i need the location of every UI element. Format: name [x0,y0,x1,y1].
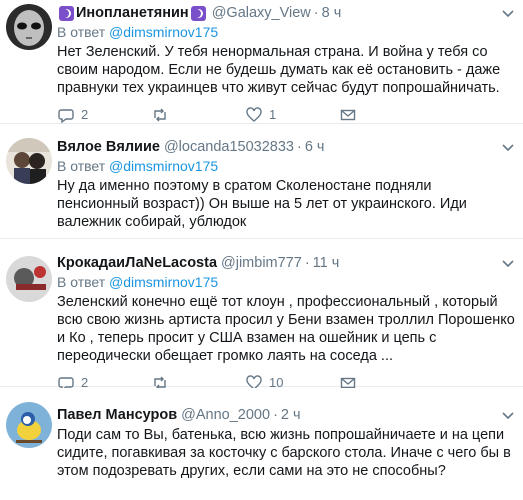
reply-button[interactable]: 2 [57,106,151,124]
reply-to-link[interactable]: @dimsmirnov175 [109,274,218,290]
avatar[interactable] [6,402,52,448]
user-name[interactable]: Павел Мансуров [57,406,177,424]
chevron-down-icon[interactable] [501,6,515,20]
tweet-text: Нет Зеленский. У тебя ненормальная стран… [57,44,501,96]
separator-dot: · [304,255,310,271]
tweet-actions: 2 1 [57,106,515,124]
tweet-time[interactable]: 8 ч [322,4,342,22]
tweet-text: Поди сам то Вы, батенька, всю жизнь попр… [57,427,511,479]
like-icon [246,107,262,122]
crescent-badge-icon [190,5,206,21]
chevron-down-icon[interactable] [501,140,515,154]
tweet-time[interactable]: 2 ч [281,406,301,424]
chevron-down-icon[interactable] [501,256,515,270]
reply-to-link[interactable]: @dimsmirnov175 [109,24,218,40]
avatar[interactable] [6,138,52,184]
retweet-icon [154,108,166,122]
user-handle[interactable]: @jimbim777 [221,254,302,272]
avatar[interactable] [6,4,52,50]
reply-context: В ответ @dimsmirnov175 [57,158,219,174]
tweet-time[interactable]: 11 ч [313,254,340,272]
avatar[interactable] [6,256,52,302]
user-name[interactable]: Вялое Вялиие [57,138,160,156]
envelope-icon [340,109,356,121]
user-name[interactable]: КрокадаиЛаNeLacosta [57,254,217,272]
separator-dot: · [313,5,319,21]
tweet-time[interactable]: 6 ч [305,138,325,156]
like-button[interactable]: 1 [245,106,339,124]
separator-dot: · [273,407,278,423]
reply-to-link[interactable]: @dimsmirnov175 [109,158,218,174]
tweet[interactable]: КрокадаиЛаNeLacosta @jimbim777 · 11 ч В … [0,240,523,392]
tweet-text: Зеленский конечно ещё тот клоун , профес… [57,294,515,364]
user-name[interactable]: Инопланетянин [76,4,189,22]
tweet[interactable]: Павел Мансуров @Anno_2000 · 2 ч Поди сам… [0,388,523,500]
user-handle[interactable]: @Galaxy_View [212,4,311,22]
dm-button[interactable] [339,106,433,124]
crescent-badge-icon [59,5,74,21]
tweet-text: Ну да именно поэтому в сратом Сколеноста… [57,178,467,230]
retweet-button[interactable] [151,106,245,124]
reply-count: 2 [81,107,89,122]
chevron-down-icon[interactable] [501,408,515,422]
reply-context: В ответ @dimsmirnov175 [57,274,219,290]
separator-dot: · [296,139,302,155]
reply-icon [58,109,74,124]
user-handle[interactable]: @Anno_2000 [181,406,270,424]
tweet[interactable]: Вялое Вялиие @locanda15032833 · 6 ч В от… [0,125,523,334]
reply-context: В ответ @dimsmirnov175 [57,24,219,40]
tweet[interactable]: Инопланетянин @Galaxy_View · 8 ч В ответ… [0,0,523,124]
user-handle[interactable]: @locanda15032833 [164,138,294,156]
like-count: 1 [269,107,277,122]
